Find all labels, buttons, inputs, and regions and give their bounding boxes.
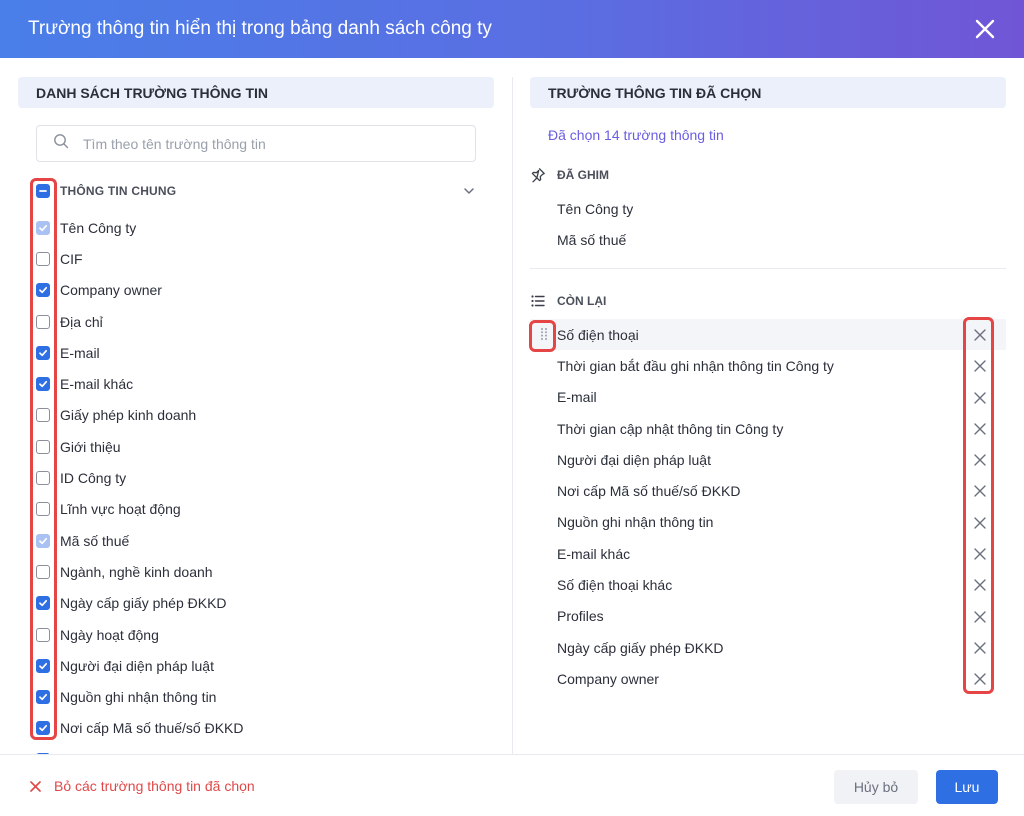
field-option[interactable]: Ngày cấp giấy phép ĐKKD (36, 588, 476, 619)
pinned-section-header: ĐÃ GHIM (530, 167, 609, 183)
field-option[interactable]: E-mail khác (36, 368, 476, 399)
selected-field-list: Số điện thoại Thời gian bắt đầu ghi nhận … (530, 319, 1006, 695)
pinned-item: Mã số thuế (557, 232, 627, 248)
rest-section-header: CÒN LẠI (530, 293, 606, 309)
field-checkbox-list: Tên Công ty CIF Company owner Địa chỉ E-mail… (36, 212, 476, 754)
field-option[interactable]: CIF (36, 243, 476, 274)
pinned-label: ĐÃ GHIM (557, 168, 609, 182)
field-option[interactable]: Nguồn ghi nhận thông tin (36, 681, 476, 712)
field-list-panel: DANH SÁCH TRƯỜNG THÔNG TIN THÔNG TIN CHU… (18, 77, 494, 754)
checkbox-column-highlight (30, 178, 57, 740)
field-option-label: Người đại diện pháp luật (60, 657, 214, 674)
selected-field-item[interactable]: Company owner (530, 663, 1006, 694)
selected-field-item[interactable]: Số điện thoại (530, 319, 1006, 351)
selected-field-item[interactable]: E-mail khác (530, 538, 1006, 569)
selected-field-label: E-mail (557, 389, 597, 406)
field-option-label: Địa chỉ (60, 313, 103, 330)
selected-field-label: Số điện thoại (557, 326, 639, 343)
close-icon (30, 780, 41, 792)
field-option[interactable]: Tên Công ty (36, 212, 476, 243)
field-option[interactable]: Người đại diện pháp luật (36, 650, 476, 681)
field-option-label: Nguồn ghi nhận thông tin (60, 689, 217, 706)
selected-field-item[interactable]: E-mail (530, 382, 1006, 413)
selected-field-item[interactable]: Thời gian bắt đầu ghi nhận thông tin Côn… (530, 350, 1006, 381)
field-option[interactable]: Profiles (36, 744, 476, 754)
clear-selected-button[interactable]: Bỏ các trường thông tin đã chọn (30, 778, 255, 794)
selected-field-item[interactable]: Người đại diện pháp luật (530, 444, 1006, 475)
cancel-button[interactable]: Hủy bỏ (834, 770, 918, 804)
selected-field-label: Nguồn ghi nhận thông tin (557, 514, 714, 531)
selected-fields-title: TRƯỜNG THÔNG TIN ĐÃ CHỌN (530, 77, 1006, 108)
rest-label: CÒN LẠI (557, 294, 607, 308)
field-option-label: Ngày cấp giấy phép ĐKKD (60, 595, 227, 612)
search-box[interactable] (36, 125, 476, 162)
dialog-title: Trường thông tin hiển thị trong bảng dan… (28, 18, 492, 39)
field-option[interactable]: Địa chỉ (36, 306, 476, 337)
field-option-label: Giới thiệu (60, 438, 121, 455)
section-divider (530, 268, 1006, 269)
selected-field-item[interactable]: Nguồn ghi nhận thông tin (530, 507, 1006, 538)
field-option[interactable]: Nơi cấp Mã số thuế/số ĐKKD (36, 713, 476, 744)
search-icon (53, 133, 69, 154)
selected-field-label: Profiles (557, 608, 604, 625)
field-option-label: CIF (60, 250, 83, 267)
drag-handle-highlight (529, 320, 556, 352)
save-button[interactable]: Lưu (936, 770, 998, 804)
selected-field-label: Thời gian cập nhật thông tin Công ty (557, 420, 784, 437)
field-list-title: DANH SÁCH TRƯỜNG THÔNG TIN (18, 77, 494, 108)
field-option[interactable]: E-mail (36, 337, 476, 368)
selected-field-label: Thời gian bắt đầu ghi nhận thông tin Côn… (557, 357, 834, 374)
search-input[interactable] (83, 135, 443, 152)
field-option[interactable]: ID Công ty (36, 462, 476, 493)
column-divider (512, 77, 513, 754)
selected-field-label: Company owner (557, 670, 659, 687)
field-option[interactable]: Company owner (36, 275, 476, 306)
field-option-label: E-mail (60, 344, 100, 361)
group-general-info[interactable]: THÔNG TIN CHUNG (36, 181, 476, 201)
field-option[interactable]: Giới thiệu (36, 431, 476, 462)
clear-selected-label: Bỏ các trường thông tin đã chọn (54, 778, 255, 794)
field-option-label: Giấy phép kinh doanh (60, 407, 197, 424)
list-icon (530, 293, 546, 309)
selected-field-item[interactable]: Profiles (530, 601, 1006, 632)
field-option[interactable]: Mã số thuế (36, 525, 476, 556)
chevron-down-icon[interactable] (462, 184, 476, 198)
pin-icon (530, 167, 546, 183)
selected-field-label: Ngày cấp giấy phép ĐKKD (557, 639, 724, 656)
field-option-label: Lĩnh vực hoạt động (60, 501, 181, 518)
selected-field-label: Người đại diện pháp luật (557, 451, 711, 468)
close-icon[interactable] (974, 18, 996, 40)
field-option-label: Company owner (60, 282, 162, 299)
field-option[interactable]: Giấy phép kinh doanh (36, 400, 476, 431)
pinned-item: Tên Công ty (557, 201, 634, 217)
field-option[interactable]: Ngành, nghề kinh doanh (36, 556, 476, 587)
group-label: THÔNG TIN CHUNG (60, 184, 177, 198)
selected-field-label: E-mail khác (557, 545, 631, 562)
field-option-label: ID Công ty (60, 470, 127, 487)
field-option-label: Tên Công ty (60, 219, 137, 236)
field-option-label: E-mail khác (60, 376, 134, 393)
selected-fields-panel: TRƯỜNG THÔNG TIN ĐÃ CHỌN Đã chọn 14 trườ… (530, 77, 1006, 754)
selected-field-item[interactable]: Nơi cấp Mã số thuế/số ĐKKD (530, 475, 1006, 506)
field-option-label: Ngày hoạt động (60, 626, 159, 643)
field-option-label: Ngành, nghề kinh doanh (60, 563, 213, 580)
dialog-header: Trường thông tin hiển thị trong bảng dan… (0, 0, 1024, 58)
selected-field-label: Số điện thoại khác (557, 577, 673, 594)
field-option-label: Nơi cấp Mã số thuế/số ĐKKD (60, 720, 244, 737)
selected-field-item[interactable]: Ngày cấp giấy phép ĐKKD (530, 632, 1006, 663)
selected-field-item[interactable]: Số điện thoại khác (530, 569, 1006, 600)
field-option-label: Mã số thuế (60, 532, 130, 549)
field-option[interactable]: Lĩnh vực hoạt động (36, 494, 476, 525)
selected-field-label: Nơi cấp Mã số thuế/số ĐKKD (557, 483, 741, 500)
selected-field-item[interactable]: Thời gian cập nhật thông tin Công ty (530, 413, 1006, 444)
selected-count: Đã chọn 14 trường thông tin (548, 127, 724, 143)
dialog-footer: Bỏ các trường thông tin đã chọn Hủy bỏ L… (0, 754, 1024, 816)
remove-column-highlight (963, 317, 994, 694)
field-option[interactable]: Ngày hoạt động (36, 619, 476, 650)
